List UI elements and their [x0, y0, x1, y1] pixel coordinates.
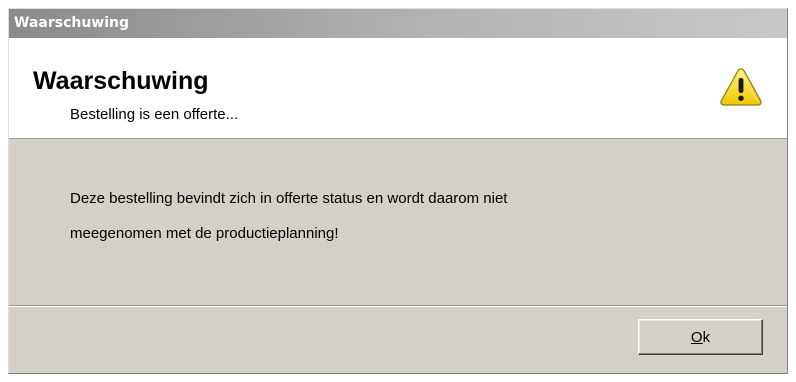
ok-button[interactable]: Ok	[638, 319, 763, 355]
dialog-header: Waarschuwing Bestelling is een offerte..…	[9, 38, 787, 139]
ok-button-mnemonic: O	[690, 328, 703, 346]
footer-divider-highlight	[9, 306, 787, 307]
message-line-1: Deze bestelling bevindt zich in offerte …	[70, 190, 508, 207]
title-bar[interactable]: Waarschuwing	[9, 9, 787, 38]
header-title: Waarschuwing	[33, 67, 209, 95]
window-title: Waarschuwing	[14, 15, 130, 31]
warning-icon	[720, 68, 762, 106]
header-subtitle: Bestelling is een offerte...	[70, 106, 239, 123]
ok-button-label-rest: k	[702, 328, 711, 346]
dialog-message: Deze bestelling bevindt zich in offerte …	[70, 181, 750, 251]
message-line-2: meegenomen met de productieplanning!	[70, 225, 339, 242]
warning-dialog: Waarschuwing Waarschuwing Bestelling is …	[8, 8, 788, 374]
